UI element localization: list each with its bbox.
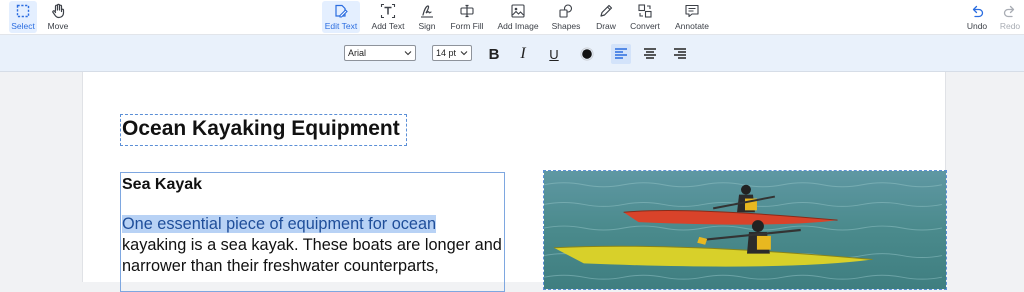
redo-button[interactable]: Redo (996, 1, 1024, 33)
edit-text-button[interactable]: Edit Text (322, 1, 360, 33)
main-toolbar: Select Move Edit Text Add Text Sign Form… (0, 0, 1024, 35)
shapes-button[interactable]: Shapes (551, 1, 581, 33)
italic-button[interactable]: I (513, 44, 533, 64)
annotate-button[interactable]: Annotate (673, 1, 711, 33)
bold-button[interactable]: B (484, 44, 504, 64)
align-left-button[interactable] (611, 44, 631, 64)
title-text-box[interactable]: Ocean Kayaking Equipment (120, 114, 407, 146)
align-right-icon (674, 48, 686, 59)
annotate-label: Annotate (674, 21, 710, 31)
sign-label: Sign (418, 21, 436, 31)
form-fill-button[interactable]: Form Fill (449, 1, 485, 33)
font-family-select[interactable]: Arial (344, 45, 416, 61)
sign-icon (419, 3, 435, 19)
edit-text-icon (333, 3, 349, 19)
image-icon (510, 3, 526, 19)
redo-label: Redo (999, 21, 1021, 31)
hand-icon (50, 3, 66, 19)
add-image-button[interactable]: Add Image (496, 1, 540, 33)
convert-label: Convert (630, 21, 660, 31)
body-text-box[interactable]: Sea Kayak One essential piece of equipme… (120, 172, 505, 292)
selected-text[interactable]: One essential piece of equipment for oce… (122, 215, 437, 233)
color-swatch-icon (580, 47, 594, 61)
document-title[interactable]: Ocean Kayaking Equipment (122, 117, 400, 141)
move-tool-label: Move (47, 21, 69, 31)
undo-icon (969, 3, 985, 19)
redo-icon (1002, 3, 1018, 19)
comment-icon (684, 3, 700, 19)
form-fill-label: Form Fill (450, 21, 484, 31)
underline-button[interactable]: U (544, 44, 564, 64)
chevron-down-icon (404, 51, 412, 56)
font-family-value: Arial (348, 48, 367, 58)
select-icon (15, 3, 31, 19)
select-tool-label: Select (11, 21, 35, 31)
convert-button[interactable]: Convert (629, 1, 661, 33)
sign-button[interactable]: Sign (414, 1, 440, 33)
add-text-label: Add Text (371, 21, 405, 31)
align-center-button[interactable] (640, 44, 660, 64)
add-text-icon (380, 3, 396, 19)
shapes-label: Shapes (551, 21, 581, 31)
bold-label: B (488, 45, 500, 63)
convert-icon (637, 3, 653, 19)
shapes-icon (558, 3, 574, 19)
draw-label: Draw (596, 21, 616, 31)
font-size-select[interactable]: 14 pt (432, 45, 472, 61)
align-right-button[interactable] (670, 44, 690, 64)
pen-icon (598, 3, 614, 19)
underline-label: U (549, 46, 559, 62)
align-center-icon (644, 48, 656, 59)
kayakers-photo (544, 171, 946, 289)
text-color-button[interactable] (577, 44, 597, 64)
section-heading[interactable]: Sea Kayak (122, 176, 202, 194)
paragraph-text: kayaking is a sea kayak. These boats are… (122, 236, 502, 275)
select-tool-button[interactable]: Select (9, 1, 37, 33)
font-size-value: 14 pt (436, 48, 457, 58)
chevron-down-icon (460, 51, 468, 56)
add-image-label: Add Image (497, 21, 539, 31)
undo-label: Undo (966, 21, 988, 31)
add-text-button[interactable]: Add Text (369, 1, 407, 33)
form-fill-icon (459, 3, 475, 19)
text-format-bar: Arial 14 pt B I U (0, 35, 1024, 72)
body-paragraph[interactable]: One essential piece of equipment for oce… (122, 214, 502, 277)
align-left-icon (615, 48, 627, 59)
kayak-image[interactable] (543, 170, 947, 290)
edit-text-label: Edit Text (324, 21, 358, 31)
draw-button[interactable]: Draw (593, 1, 619, 33)
move-tool-button[interactable]: Move (44, 1, 72, 33)
document-page: Ocean Kayaking Equipment Sea Kayak One e… (82, 72, 947, 292)
italic-label: I (520, 45, 526, 62)
undo-button[interactable]: Undo (963, 1, 991, 33)
